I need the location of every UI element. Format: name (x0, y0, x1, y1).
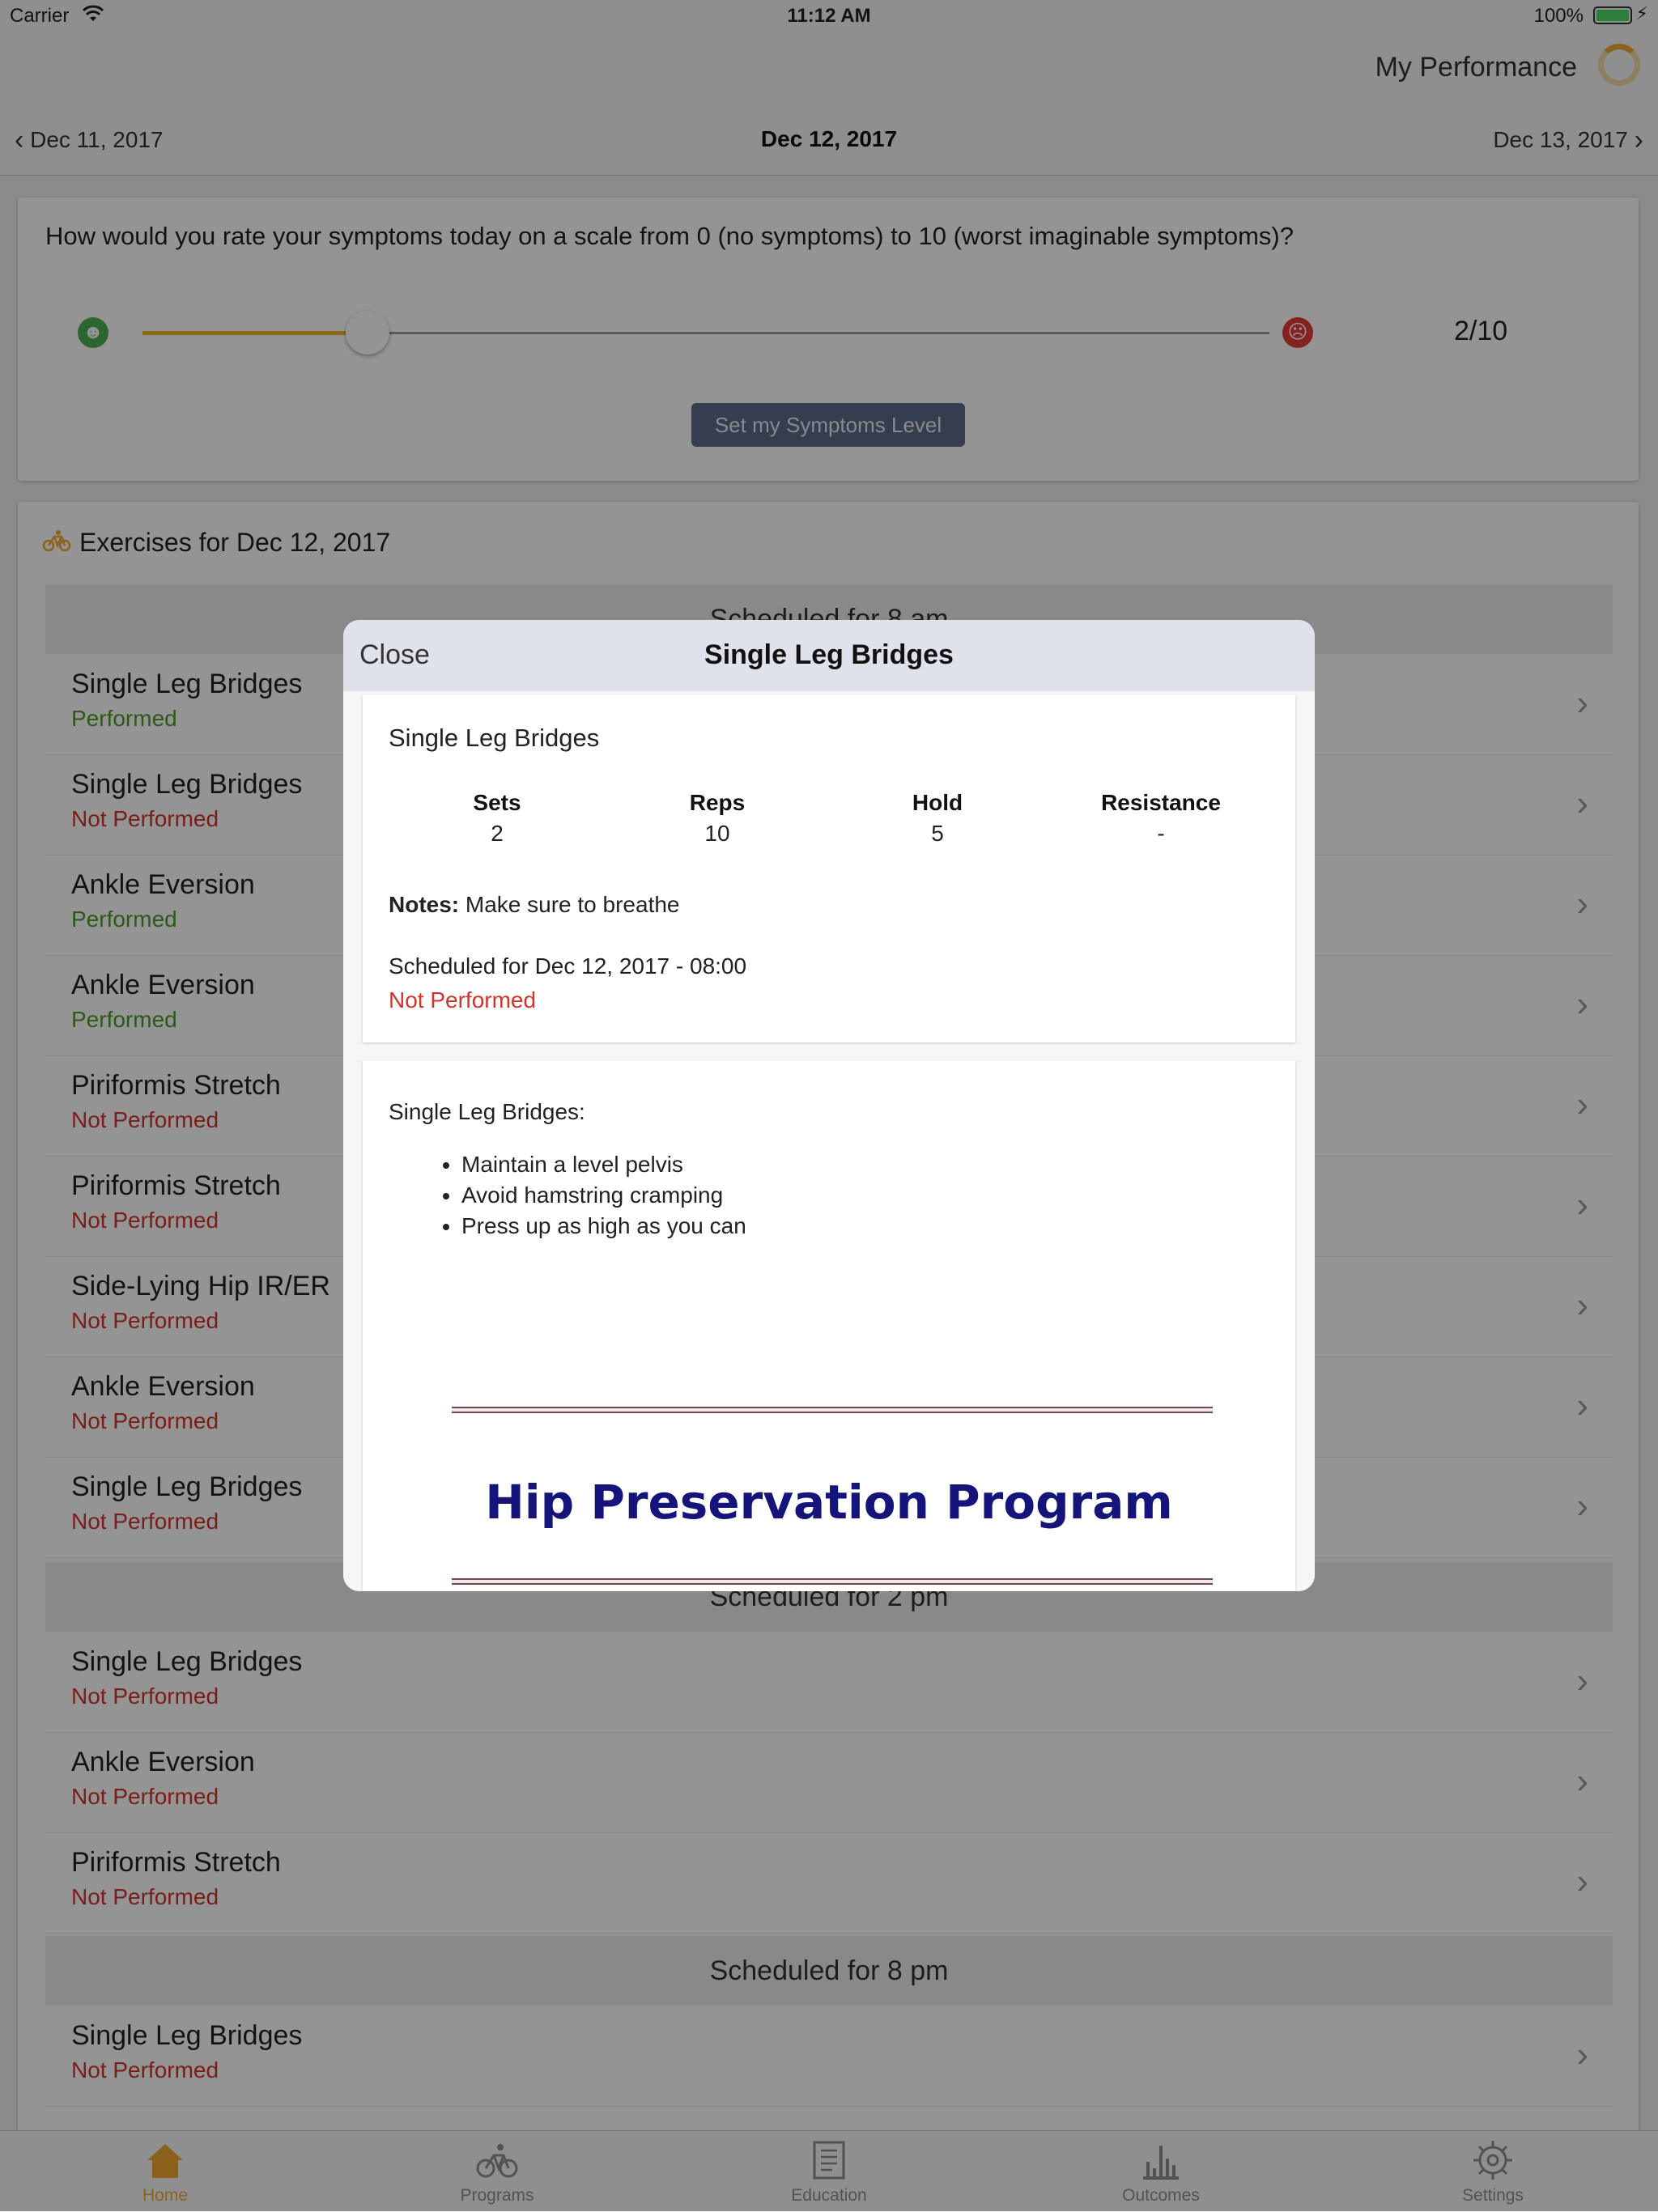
stat-value: 5 (931, 821, 944, 846)
modal-header: Close Single Leg Bridges (343, 620, 1315, 692)
notes: Notes: Make sure to breathe (389, 892, 680, 918)
instruction-list: Maintain a level pelvis Avoid hamstring … (431, 1149, 746, 1242)
exercise-name: Single Leg Bridges (389, 724, 600, 752)
notes-text: Make sure to breathe (465, 892, 680, 917)
stat-sets: Sets 2 (384, 790, 610, 847)
exercise-detail-modal: Close Single Leg Bridges Single Leg Brid… (343, 620, 1315, 1591)
exercise-description-card: Single Leg Bridges: Maintain a level pel… (363, 1060, 1295, 1591)
stat-value: 10 (704, 821, 730, 846)
instruction-item: Avoid hamstring cramping (461, 1180, 746, 1211)
stat-label: Sets (473, 790, 521, 815)
program-title: Hip Preservation Program (485, 1475, 1173, 1530)
stat-label: Resistance (1101, 790, 1221, 815)
description-title: Single Leg Bridges: (389, 1099, 585, 1124)
stat-hold: Hold 5 (824, 790, 1051, 847)
scheduled-time: Scheduled for Dec 12, 2017 - 08:00 (389, 953, 747, 979)
modal-title: Single Leg Bridges (704, 639, 954, 670)
stat-resistance: Resistance - (1048, 790, 1274, 847)
stat-value: - (1157, 821, 1165, 846)
exercise-detail-card: Single Leg Bridges Sets 2 Reps 10 Hold 5… (363, 694, 1295, 1042)
exercise-status: Not Performed (389, 987, 537, 1013)
stat-label: Reps (689, 790, 746, 815)
modal-body[interactable]: Single Leg Bridges Sets 2 Reps 10 Hold 5… (343, 691, 1315, 1591)
instruction-item: Press up as high as you can (461, 1211, 746, 1242)
notes-label: Notes: (389, 892, 460, 917)
stat-value: 2 (491, 821, 504, 846)
program-divider-top (452, 1407, 1213, 1413)
program-divider-bottom (452, 1578, 1213, 1585)
stat-reps: Reps 10 (604, 790, 831, 847)
instruction-item: Maintain a level pelvis (461, 1149, 746, 1180)
stat-label: Hold (912, 790, 963, 815)
